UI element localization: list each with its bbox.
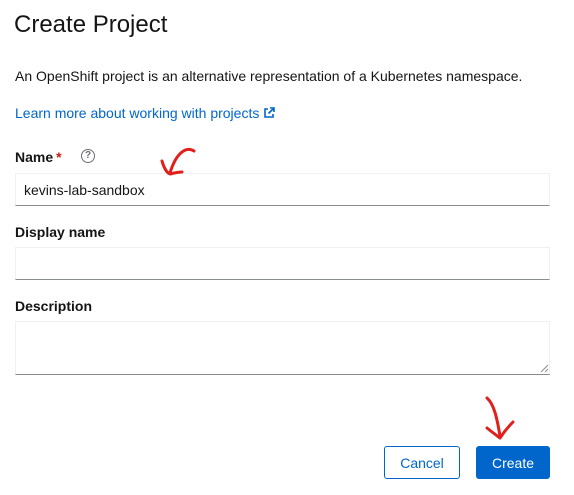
description-label: Description [15, 298, 93, 314]
name-label-text: Name [15, 149, 54, 165]
learn-more-link[interactable]: Learn more about working with projects [15, 105, 276, 121]
create-project-dialog: Create Project An OpenShift project is a… [0, 0, 574, 495]
learn-more-link-label: Learn more about working with projects [15, 105, 260, 121]
dialog-description: An OpenShift project is an alternative r… [15, 68, 523, 84]
name-input[interactable] [15, 173, 550, 206]
create-button[interactable]: Create [476, 446, 550, 479]
required-marker: * [56, 149, 62, 165]
page-title: Create Project [14, 11, 168, 38]
cancel-button[interactable]: Cancel [384, 446, 460, 479]
display-name-label: Display name [15, 224, 106, 240]
description-textarea[interactable] [15, 321, 550, 375]
display-name-input[interactable] [15, 247, 550, 280]
annotation-arrow-create [485, 396, 515, 440]
name-label: Name * [15, 149, 62, 165]
external-link-icon [264, 107, 276, 118]
resize-grip-icon[interactable] [540, 364, 549, 373]
question-circle-icon[interactable]: ? [81, 149, 95, 163]
